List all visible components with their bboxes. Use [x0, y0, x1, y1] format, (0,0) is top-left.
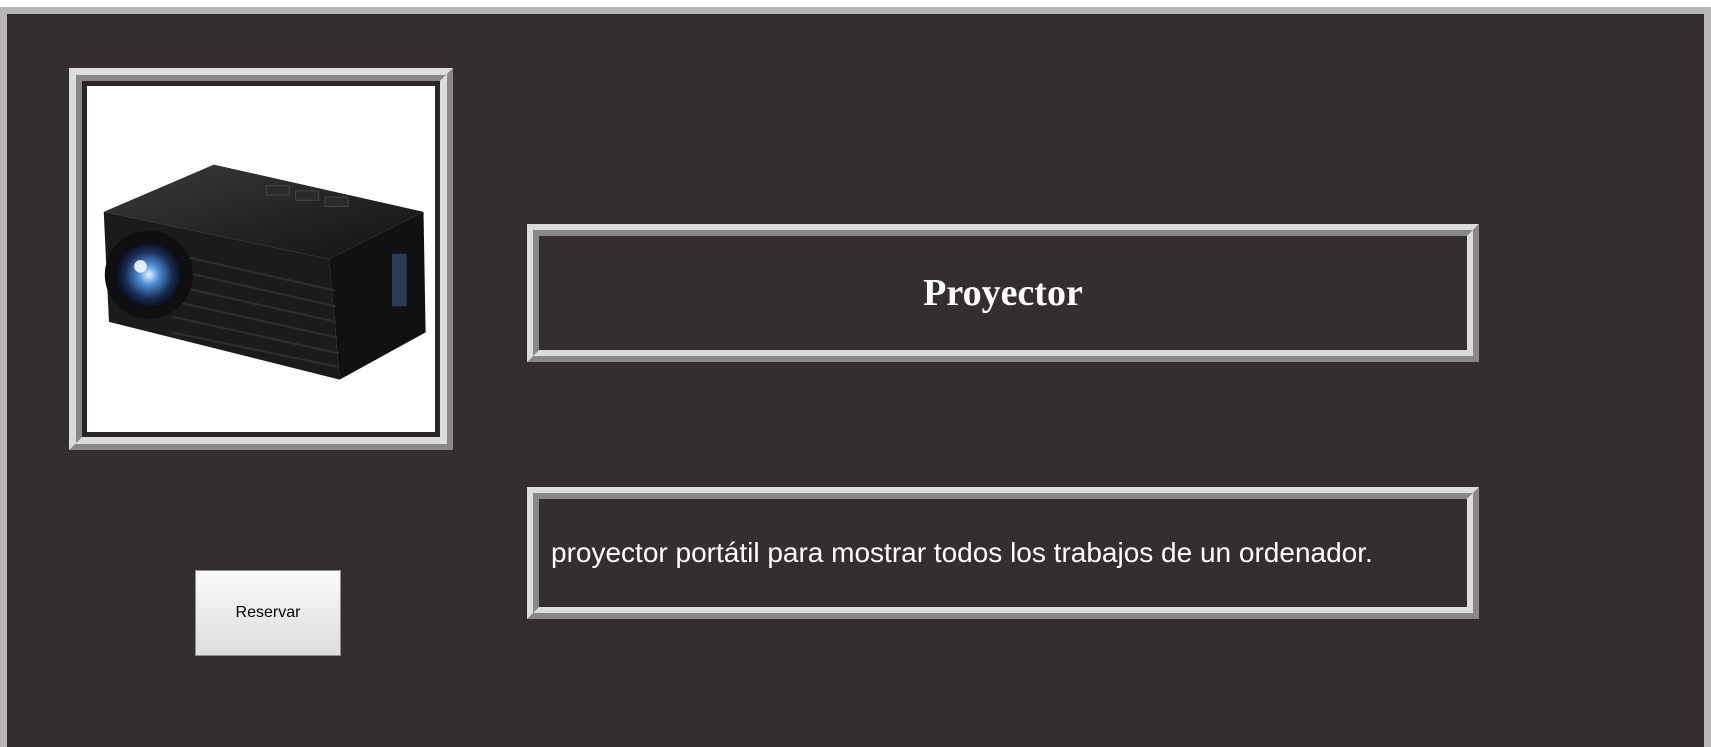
product-image-frame — [69, 68, 453, 450]
product-title-box: Proyector — [527, 224, 1479, 362]
product-description-box: proyector portátil para mostrar todos lo… — [527, 487, 1479, 619]
product-panel: Proyector proyector portátil para mostra… — [0, 7, 1711, 747]
product-title: Proyector — [923, 272, 1083, 314]
product-description: proyector portátil para mostrar todos lo… — [551, 537, 1373, 568]
reserve-button[interactable]: Reservar — [195, 570, 341, 656]
projector-image — [87, 86, 435, 432]
